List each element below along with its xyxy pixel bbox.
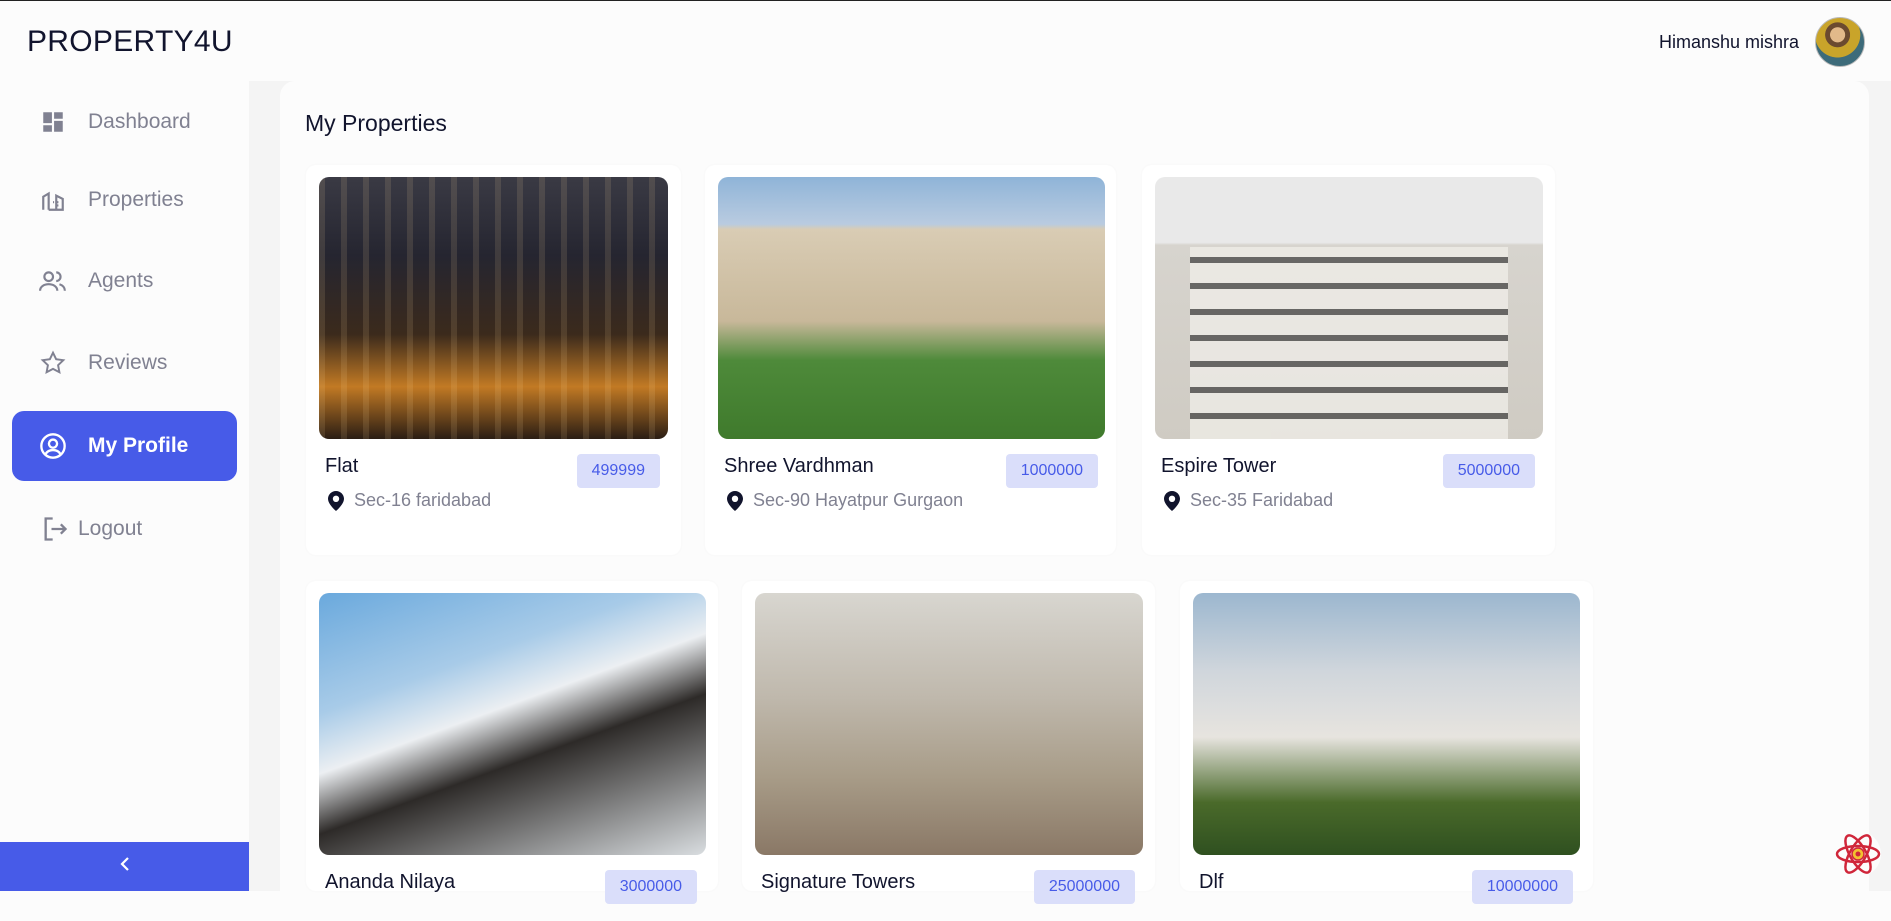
sidebar-item-label: Reviews — [88, 351, 168, 374]
sidebar-item-label: My Profile — [88, 434, 189, 457]
sidebar-item-reviews[interactable]: Reviews — [12, 328, 237, 398]
property-card[interactable]: Flat 499999 Sec-16 faridabad — [306, 165, 681, 555]
sidebar-item-my-profile[interactable]: My Profile — [12, 411, 237, 481]
property-price-badge: 3000000 — [604, 870, 697, 904]
property-location-text: Sec-16 faridabad — [354, 490, 492, 510]
sidebar-item-agents[interactable]: Agents — [12, 246, 237, 316]
property-card[interactable]: Signature Towers 25000000 — [742, 581, 1155, 904]
user-name: Himanshu mishra — [1658, 32, 1799, 52]
sidebar: Dashboard Properties Agents Reviews My P… — [0, 81, 249, 891]
location-pin-icon — [727, 490, 743, 511]
property-price-badge: 1000000 — [1005, 454, 1098, 488]
property-location-text: Sec-90 Hayatpur Gurgaon — [753, 490, 964, 510]
property-image — [1155, 177, 1543, 439]
property-price-badge: 5000000 — [1442, 454, 1535, 488]
property-card[interactable]: Shree Vardhman 1000000 Sec-90 Hayatpur G… — [705, 165, 1116, 555]
user-avatar[interactable] — [1815, 17, 1865, 67]
sidebar-item-label: Dashboard — [88, 110, 191, 133]
properties-icon — [38, 185, 68, 215]
property-name: Espire Tower — [1161, 455, 1277, 477]
property-location: Sec-16 faridabad — [328, 490, 491, 511]
property-card[interactable]: Espire Tower 5000000 Sec-35 Faridabad — [1142, 165, 1555, 555]
property-name: Flat — [325, 455, 359, 477]
sidebar-item-dashboard[interactable]: Dashboard — [12, 87, 237, 157]
dashboard-icon — [38, 107, 68, 137]
property-price-badge: 25000000 — [1033, 870, 1135, 904]
chevron-left-icon — [118, 856, 132, 877]
star-icon — [38, 348, 68, 378]
property-location: Sec-90 Hayatpur Gurgaon — [727, 490, 963, 511]
property-name: Shree Vardhman — [724, 455, 874, 477]
sidebar-item-properties[interactable]: Properties — [12, 165, 237, 235]
location-pin-icon — [328, 490, 344, 511]
property-location-text: Sec-35 Faridabad — [1190, 490, 1334, 510]
property-location: Sec-35 Faridabad — [1164, 490, 1333, 511]
property-image — [319, 593, 706, 855]
property-card[interactable]: Ananda Nilaya 3000000 — [306, 581, 718, 904]
sidebar-item-label: Logout — [78, 517, 143, 540]
react-devtools-icon[interactable] — [1833, 829, 1883, 879]
property-image — [718, 177, 1105, 439]
property-image — [755, 593, 1143, 855]
logout-icon — [40, 514, 70, 544]
sidebar-item-logout[interactable]: Logout — [12, 494, 237, 564]
sidebar-item-label: Agents — [88, 269, 154, 292]
property-image — [1193, 593, 1580, 855]
property-price-badge: 499999 — [576, 454, 660, 488]
profile-icon — [38, 431, 68, 461]
property-card[interactable]: Dlf 10000000 — [1180, 581, 1593, 904]
property-image — [319, 177, 668, 439]
header: PROPERTY4U Himanshu mishra — [0, 1, 1891, 81]
agents-icon — [38, 266, 68, 296]
property-price-badge: 10000000 — [1471, 870, 1573, 904]
sidebar-collapse-button[interactable] — [0, 842, 249, 891]
app-logo[interactable]: PROPERTY4U — [27, 25, 233, 59]
page-title: My Properties — [305, 110, 447, 136]
location-pin-icon — [1164, 490, 1180, 511]
sidebar-item-label: Properties — [88, 188, 184, 211]
